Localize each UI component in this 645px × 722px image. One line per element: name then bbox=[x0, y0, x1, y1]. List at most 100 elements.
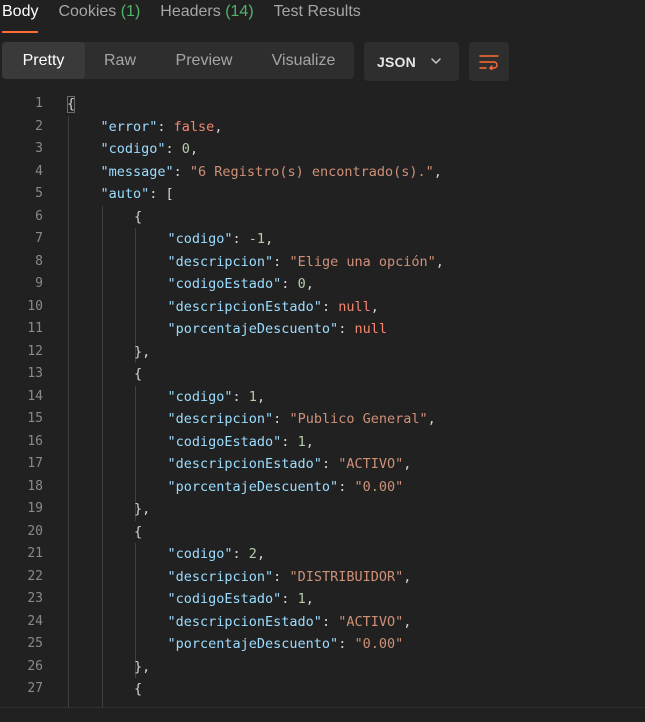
code-token: "codigoEstado" bbox=[167, 276, 282, 292]
code-token: , bbox=[427, 411, 436, 427]
tab-headers[interactable]: Headers (14) bbox=[160, 0, 253, 30]
code-text: "message": "6 Registro(s) encontrado(s).… bbox=[101, 161, 442, 184]
code-token: "0.00" bbox=[354, 636, 404, 652]
line-number: 6 bbox=[35, 208, 43, 224]
code-line: 14 "codigo": 1, bbox=[0, 386, 645, 409]
code-token: : bbox=[281, 433, 298, 450]
code-token: "codigo" bbox=[167, 546, 233, 562]
line-number: 16 bbox=[27, 433, 43, 449]
code-token: { bbox=[134, 523, 143, 540]
code-text: "descripcion": "Elige una opción", bbox=[168, 251, 444, 274]
code-token: : bbox=[321, 456, 339, 472]
code-token: "codigo" bbox=[100, 141, 166, 157]
view-mode-visualize-label: Visualize bbox=[271, 51, 336, 69]
code-token: : bbox=[273, 253, 290, 270]
code-line: 13 { bbox=[0, 363, 645, 386]
bracket-match-highlight bbox=[67, 96, 75, 113]
code-token: , bbox=[403, 456, 412, 472]
format-dropdown[interactable]: JSON bbox=[364, 42, 459, 81]
code-token: "porcentajeDescuento" bbox=[167, 636, 339, 652]
code-line: 22 "descripcion": "DISTRIBUIDOR", bbox=[0, 566, 645, 589]
code-token: 2 bbox=[248, 546, 257, 562]
code-text: }, bbox=[134, 656, 150, 679]
code-token: : bbox=[157, 118, 174, 135]
response-body-editor[interactable]: 1{2 "error": false, 3 "codigo": 0, 4 "message… bbox=[0, 93, 645, 707]
tab-cookies-count: (1) bbox=[120, 3, 141, 20]
code-text: }, bbox=[134, 341, 150, 364]
code-token: : bbox=[273, 568, 290, 585]
line-number: 17 bbox=[27, 456, 43, 471]
code-text: "auto": [ bbox=[101, 183, 174, 206]
code-line: 19}, bbox=[0, 498, 645, 521]
code-token: : bbox=[321, 613, 339, 630]
code-text: "descripcionEstado": "ACTIVO", bbox=[168, 453, 412, 476]
code-token: "auto" bbox=[100, 186, 150, 202]
code-token: : bbox=[338, 636, 355, 652]
tab-cookies[interactable]: Cookies (1) bbox=[58, 0, 140, 30]
view-mode-raw-label: Raw bbox=[103, 51, 136, 69]
code-token: , bbox=[403, 613, 412, 630]
code-text: "codigo": 2, bbox=[168, 543, 266, 566]
code-token: , bbox=[189, 141, 199, 157]
code-token: null bbox=[338, 298, 371, 315]
code-token: "descripcionEstado" bbox=[167, 613, 322, 630]
line-number: 21 bbox=[27, 546, 43, 561]
code-line: 6{ bbox=[0, 206, 645, 229]
code-line: 7 "codigo": -1, bbox=[0, 228, 645, 251]
wrap-lines-button[interactable] bbox=[469, 42, 509, 81]
view-mode-visualize[interactable]: Visualize bbox=[253, 42, 354, 79]
code-token: , bbox=[214, 118, 223, 135]
code-token: : bbox=[338, 321, 355, 337]
line-number: 19 bbox=[27, 501, 43, 516]
code-line: 10 "descripcionEstado": null, bbox=[0, 296, 645, 319]
code-text: "codigoEstado": 1, bbox=[168, 431, 314, 454]
line-number: 23 bbox=[27, 591, 43, 606]
line-number: 9 bbox=[35, 276, 43, 291]
code-token: }, bbox=[134, 343, 151, 360]
code-token: { bbox=[134, 366, 143, 382]
code-line: 20 { bbox=[0, 521, 645, 544]
code-token: "codigoEstado" bbox=[167, 591, 282, 607]
code-token: "error" bbox=[100, 118, 158, 135]
code-token: "descripcion" bbox=[167, 568, 274, 585]
line-number: 11 bbox=[27, 321, 43, 336]
tab-body[interactable]: Body bbox=[2, 0, 39, 33]
line-number: 18 bbox=[27, 478, 43, 494]
code-token: "descripcionEstado" bbox=[167, 456, 322, 472]
code-token: , bbox=[256, 388, 266, 405]
code-token: : bbox=[232, 388, 249, 405]
code-line: 18 "porcentajeDescuento": "0.00" bbox=[0, 476, 645, 499]
code-token: 0 bbox=[297, 276, 306, 292]
tab-test-results[interactable]: Test Results bbox=[274, 0, 361, 30]
code-token: "descripcionEstado" bbox=[167, 298, 322, 315]
line-number: 20 bbox=[27, 523, 43, 539]
view-mode-raw[interactable]: Raw bbox=[85, 42, 155, 79]
code-line: 24 "descripcionEstado": "ACTIVO", bbox=[0, 611, 645, 634]
code-token: "descripcion" bbox=[167, 411, 274, 427]
code-token: , bbox=[265, 231, 274, 247]
code-token: 0 bbox=[181, 141, 190, 157]
code-line: 26}, bbox=[0, 656, 645, 679]
line-number: 25 bbox=[27, 636, 43, 651]
view-mode-preview-label: Preview bbox=[175, 51, 233, 69]
line-number: 7 bbox=[35, 231, 43, 246]
response-panel: Body Cookies (1) Headers (14) Test Resul… bbox=[0, 0, 645, 722]
code-line: 12}, bbox=[0, 341, 645, 364]
code-line: 23 "codigoEstado": 1, bbox=[0, 588, 645, 611]
code-token: , bbox=[433, 163, 442, 180]
code-text: "porcentajeDescuento": null bbox=[168, 318, 387, 341]
code-token: { bbox=[134, 681, 143, 697]
response-tabs: Body Cookies (1) Headers (14) Test Resul… bbox=[0, 0, 381, 33]
code-text: "codigoEstado": 1, bbox=[168, 588, 314, 611]
line-number: 22 bbox=[27, 568, 43, 584]
view-mode-preview[interactable]: Preview bbox=[155, 42, 253, 79]
code-token: : bbox=[232, 231, 249, 247]
code-token: : bbox=[273, 411, 290, 427]
code-line: 8 "descripcion": "Elige una opción", bbox=[0, 251, 645, 274]
view-mode-pretty[interactable]: Pretty bbox=[2, 42, 85, 79]
code-token: }, bbox=[134, 658, 151, 675]
code-token: "ACTIVO" bbox=[338, 613, 404, 630]
code-token: 1 bbox=[248, 388, 257, 405]
code-token: : bbox=[232, 546, 249, 562]
code-line: 3 "codigo": 0, bbox=[0, 138, 645, 161]
